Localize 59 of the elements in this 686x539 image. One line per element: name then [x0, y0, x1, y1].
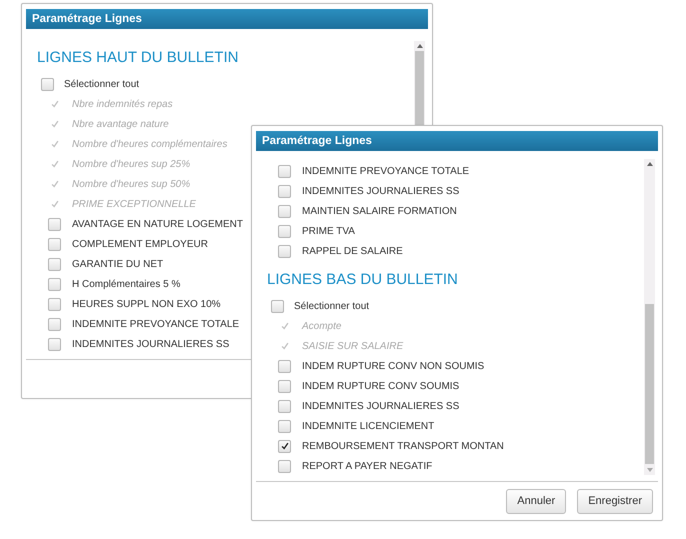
checkbox[interactable] [48, 318, 61, 330]
window-title: Paramétrage Lignes [256, 131, 658, 151]
checkbox[interactable] [278, 380, 291, 392]
scrollbar[interactable] [644, 159, 655, 475]
checkbox-label: GARANTIE DU NET [72, 258, 164, 270]
checkbox[interactable] [278, 224, 291, 238]
checkbox[interactable] [278, 360, 291, 372]
checkbox[interactable] [278, 204, 291, 218]
checkbox[interactable] [271, 300, 284, 312]
section-heading: LIGNES HAUT DU BULLETIN [37, 49, 240, 66]
scroll-thumb[interactable] [645, 304, 654, 464]
checkbox-label: RAPPEL DE SALAIRE [302, 246, 403, 256]
scroll-down-icon[interactable] [647, 468, 653, 472]
checkbox-label: Nombre d'heures sup 25% [72, 158, 190, 170]
checkbox[interactable] [278, 164, 291, 178]
checkbox-label: INDEM RUPTURE CONV SOUMIS [302, 380, 460, 392]
checkbox[interactable] [278, 420, 291, 432]
checkbox[interactable] [48, 258, 61, 270]
checkbox-label: REMBOURSEMENT TRANSPORT MONTAN [302, 440, 504, 452]
checkbox-label: Nbre avantage nature [72, 118, 169, 130]
checkbox[interactable] [48, 338, 61, 350]
checkbox-label: INDEM RUPTURE CONV NON SOUMIS [302, 360, 484, 372]
checkbox-label: PRIME EXCEPTIONNELLE [72, 198, 196, 210]
checkbox-label: Nombre d'heures complémentaires [72, 138, 228, 150]
checkbox-label: COMPLEMENT EMPLOYEUR [72, 238, 208, 250]
checkbox[interactable] [278, 244, 291, 258]
scroll-up-icon[interactable] [647, 162, 653, 166]
checkbox[interactable] [278, 400, 291, 412]
checkbox-label: INDEMNITE LICENCIEMENT [302, 420, 434, 432]
checkbox-label: PRIME TVA [302, 226, 355, 236]
checkbox-label: INDEMNITES JOURNALIERES SS [302, 400, 460, 412]
window-title: Paramétrage Lignes [26, 9, 428, 29]
checkbox-label: INDEMNITE PREVOYANCE TOTALE [302, 166, 470, 176]
section-heading: LIGNES BAS DU BULLETIN [267, 271, 459, 288]
checkbox-label: AVANTAGE EN NATURE LOGEMENT [72, 218, 243, 230]
checkbox[interactable] [48, 298, 61, 310]
checkbox[interactable] [48, 278, 61, 290]
checkbox-label: Sélectionner tout [64, 78, 140, 90]
checkbox[interactable] [278, 184, 291, 198]
checkbox-label: INDEMNITES JOURNALIERES SS [72, 338, 230, 350]
checkbox-label: REPORT A PAYER NEGATIF [302, 460, 432, 472]
checkbox[interactable] [48, 218, 61, 230]
dialog-button[interactable]: Annuler [506, 488, 566, 514]
check-icon [280, 441, 290, 451]
dialog-button[interactable]: Enregistrer [577, 488, 653, 514]
checkbox-label: HEURES SUPPL NON EXO 10% [72, 298, 221, 310]
checkbox-label: Nombre d'heures sup 50% [72, 178, 190, 190]
checkbox[interactable] [41, 78, 54, 90]
checkbox-label: SAISIE SUR SALAIRE [302, 340, 404, 352]
checkbox-label: MAINTIEN SALAIRE FORMATION [302, 206, 457, 216]
checkbox-label: Sélectionner tout [294, 300, 370, 312]
checkbox-label: Nbre indemnités repas [72, 98, 173, 110]
checkbox[interactable] [48, 238, 61, 250]
checkbox-label: INDEMNITES JOURNALIERES SS [302, 186, 460, 196]
checkbox-label: INDEMNITE PREVOYANCE TOTALE [72, 318, 240, 330]
checkbox-label: Acompte [302, 320, 342, 332]
checkbox-label: H Complémentaires 5 % [72, 278, 180, 290]
checkbox[interactable] [278, 460, 291, 472]
checkbox[interactable] [278, 440, 291, 452]
